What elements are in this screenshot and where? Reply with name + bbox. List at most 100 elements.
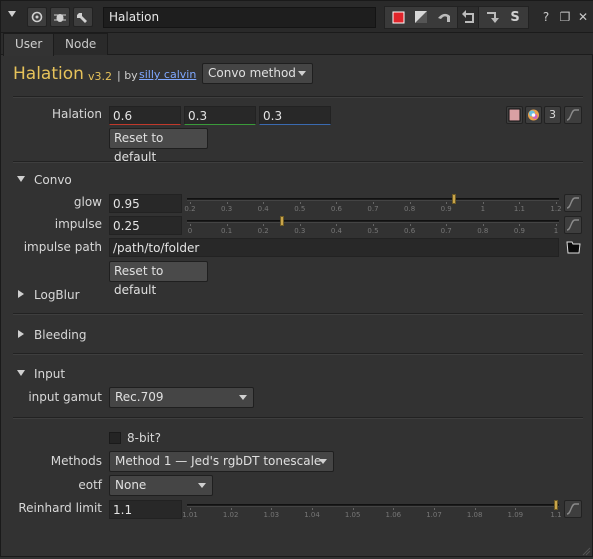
circle-icon[interactable] (27, 7, 47, 27)
slider-tick-label: 0.7 (367, 205, 379, 213)
impulse-slider[interactable]: 0 0.1 0.2 0.3 0.4 0.5 0.6 0.7 0.8 0.9 1 (187, 216, 559, 235)
section-bleeding[interactable]: Bleeding (34, 328, 87, 342)
by-text: | by (117, 69, 138, 82)
animation-curve-icon[interactable] (564, 106, 582, 124)
slider-tick-mark (271, 508, 273, 510)
expand-triangle-icon[interactable] (18, 290, 24, 298)
resize-grip-icon[interactable] (581, 545, 591, 556)
slider-tick-mark (519, 202, 521, 204)
eightbit-checkbox[interactable] (109, 432, 121, 444)
slider-tick-label: 0.6 (330, 205, 342, 213)
slider-tick-mark (190, 508, 191, 510)
collapse-triangle-icon[interactable] (17, 176, 25, 182)
impulse-path-field[interactable]: /path/to/folder (109, 238, 559, 257)
glow-slider-handle[interactable] (451, 194, 456, 204)
animation-curve-icon[interactable] (564, 194, 582, 212)
slider-track[interactable] (187, 504, 559, 507)
slider-tick-label: 0.4 (330, 227, 342, 235)
input-gamut-label: input gamut (28, 390, 102, 404)
slider-tick-mark (556, 224, 557, 226)
slider-tick-label: 0 (187, 227, 193, 235)
slider-tick-mark (474, 508, 476, 510)
slider-track[interactable] (187, 220, 559, 223)
slider-tick-label: 0.5 (367, 227, 379, 235)
impulse-slider-handle[interactable] (279, 216, 284, 226)
slider-tick-mark (409, 224, 411, 226)
glow-label: glow (73, 195, 102, 209)
color-swatch-icon[interactable] (387, 7, 409, 28)
convo-reset-button[interactable]: Reset to default (109, 261, 208, 297)
pen-icon[interactable] (410, 7, 432, 28)
slider-tick-mark (226, 224, 228, 226)
reinhard-limit-slider[interactable]: 1.01 1.02 1.03 1.04 1.05 1.06 1.07 1.08 1.09 1.1 (182, 500, 562, 519)
divider (13, 353, 583, 355)
eotf-value: None (115, 478, 147, 492)
eotf-label: eotf (78, 478, 102, 492)
method-dropdown-value: Convo method (208, 66, 296, 80)
node-name-field[interactable]: Halation (103, 7, 376, 28)
slider-tick-label: 0.4 (257, 205, 269, 213)
settings-s-icon[interactable]: S (504, 7, 526, 28)
halation-red-field[interactable]: 0.6 (109, 106, 181, 125)
float-icon[interactable]: ❐ (556, 7, 574, 27)
slider-tick-mark (446, 224, 448, 226)
impulse-field[interactable]: 0.25 (109, 216, 182, 235)
chevron-down-icon (239, 395, 247, 400)
bug-icon[interactable] (50, 7, 70, 27)
slider-tick-mark (482, 202, 484, 204)
chevron-down-icon (298, 71, 306, 76)
folder-icon[interactable] (566, 239, 582, 255)
slider-tick-label: 0.3 (221, 205, 233, 213)
halation-green-field[interactable]: 0.3 (184, 106, 256, 125)
section-input[interactable]: Input (34, 367, 65, 381)
slider-tick-mark (556, 202, 557, 204)
slider-tick-label: 0.2 (184, 205, 196, 213)
slider-tick-mark (230, 508, 232, 510)
animation-curve-icon[interactable] (564, 216, 582, 234)
redo-icon[interactable] (457, 7, 479, 28)
slider-tick-label: 1.1 (550, 511, 562, 519)
reinhard-slider-handle[interactable] (554, 500, 558, 510)
color-swatch-button[interactable] (506, 106, 523, 124)
channel-count-button[interactable]: 3 (544, 106, 561, 124)
slider-tick-label: 1.04 (304, 511, 320, 519)
impulse-label: impulse (54, 217, 102, 231)
slider-tick-label: 0.3 (294, 227, 306, 235)
tab-node[interactable]: Node (53, 33, 109, 55)
method-dropdown[interactable]: Convo method (202, 63, 313, 84)
slider-tick-mark (263, 224, 265, 226)
slider-tick-mark (190, 224, 191, 226)
section-convo[interactable]: Convo (34, 173, 72, 187)
glow-slider[interactable]: 0.2 0.3 0.4 0.5 0.6 0.7 0.8 0.9 1 1.1 1.2 (184, 194, 562, 213)
slider-tick-mark (482, 224, 484, 226)
wrench-icon[interactable] (73, 7, 93, 27)
tab-user[interactable]: User (3, 33, 55, 56)
author-link[interactable]: silly calvin (139, 68, 196, 81)
eotf-dropdown[interactable]: None (109, 475, 213, 496)
close-icon[interactable]: ✕ (574, 7, 592, 27)
collapse-arrow-icon[interactable] (5, 7, 19, 27)
slider-tick-mark (434, 508, 435, 510)
expand-triangle-icon[interactable] (18, 330, 24, 338)
slider-tick-mark (299, 202, 301, 204)
halation-reset-button[interactable]: Reset to default (109, 128, 208, 164)
section-logblur[interactable]: LogBlur (34, 288, 80, 302)
divider (13, 313, 583, 315)
eightbit-label: 8-bit? (127, 431, 161, 445)
glow-field[interactable]: 0.95 (109, 194, 182, 213)
link-icon[interactable] (481, 7, 503, 28)
slider-tick-label: 1 (553, 227, 559, 235)
slider-track[interactable] (187, 198, 559, 201)
methods-dropdown[interactable]: Method 1 — Jed's rgbDT tonescale (109, 451, 334, 472)
color-wheel-icon[interactable] (525, 106, 542, 124)
input-gamut-dropdown[interactable]: Rec.709 (109, 387, 254, 408)
halation-blue-field[interactable]: 0.3 (259, 106, 331, 125)
slider-tick-mark (393, 508, 395, 510)
slider-tick-label: 1.2 (550, 205, 562, 213)
slider-tick-label: 1.01 (182, 511, 198, 519)
collapse-triangle-icon[interactable] (17, 370, 25, 376)
animation-curve-icon[interactable] (564, 500, 582, 518)
reinhard-limit-field[interactable]: 1.1 (109, 500, 182, 519)
undo-icon[interactable] (433, 7, 455, 28)
help-icon[interactable]: ? (537, 7, 555, 27)
